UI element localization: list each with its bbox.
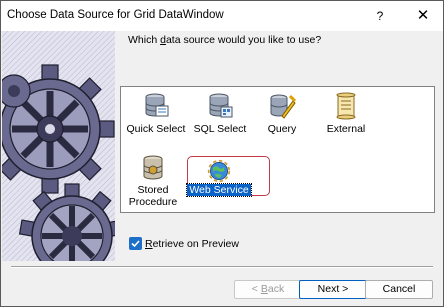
source-label: Quick Select	[126, 123, 186, 135]
close-button[interactable]: ✕	[407, 5, 439, 27]
source-label: Query	[267, 123, 297, 135]
window-title: Choose Data Source for Grid DataWindow	[7, 9, 224, 21]
source-external[interactable]: External	[311, 92, 381, 135]
stored-procedure-icon	[143, 155, 163, 180]
footer-divider	[11, 266, 433, 268]
query-database-icon	[270, 94, 296, 119]
source-quick-select[interactable]: Quick Select	[121, 92, 191, 135]
source-sql-select[interactable]: SQL Select	[185, 92, 255, 135]
source-label-line-2: Procedure	[128, 196, 178, 208]
next-button[interactable]: Next >	[299, 280, 367, 299]
source-label: SQL Select	[193, 123, 247, 135]
data-source-list[interactable]: Quick Select SQL Select Query External S…	[120, 86, 435, 213]
back-button[interactable]: < Back	[234, 280, 302, 299]
source-label: Web Service	[186, 183, 252, 197]
checkbox-checked-icon[interactable]	[129, 237, 142, 250]
data-source-prompt: Which data source would you like to use?	[128, 34, 322, 46]
gears-illustration	[2, 31, 115, 261]
sql-select-database-icon	[209, 93, 233, 118]
help-button[interactable]: ?	[369, 5, 391, 27]
external-scroll-icon	[336, 92, 356, 120]
source-stored-procedure[interactable]: Stored Procedure	[118, 154, 188, 208]
source-query[interactable]: Query	[247, 92, 317, 135]
dialog-window: Choose Data Source for Grid DataWindow ?…	[0, 0, 444, 307]
title-bar: Choose Data Source for Grid DataWindow ?…	[1, 1, 443, 31]
web-service-globe-icon	[207, 159, 231, 183]
retrieve-label: Retrieve on Preview	[145, 237, 239, 250]
source-label: External	[326, 123, 366, 135]
source-label-line-1: Stored	[137, 184, 169, 196]
cancel-button[interactable]: Cancel	[365, 280, 433, 299]
quick-select-database-icon	[145, 93, 169, 117]
retrieve-on-preview-checkbox[interactable]: Retrieve on Preview	[129, 237, 239, 250]
source-web-service[interactable]: Web Service	[184, 159, 254, 197]
